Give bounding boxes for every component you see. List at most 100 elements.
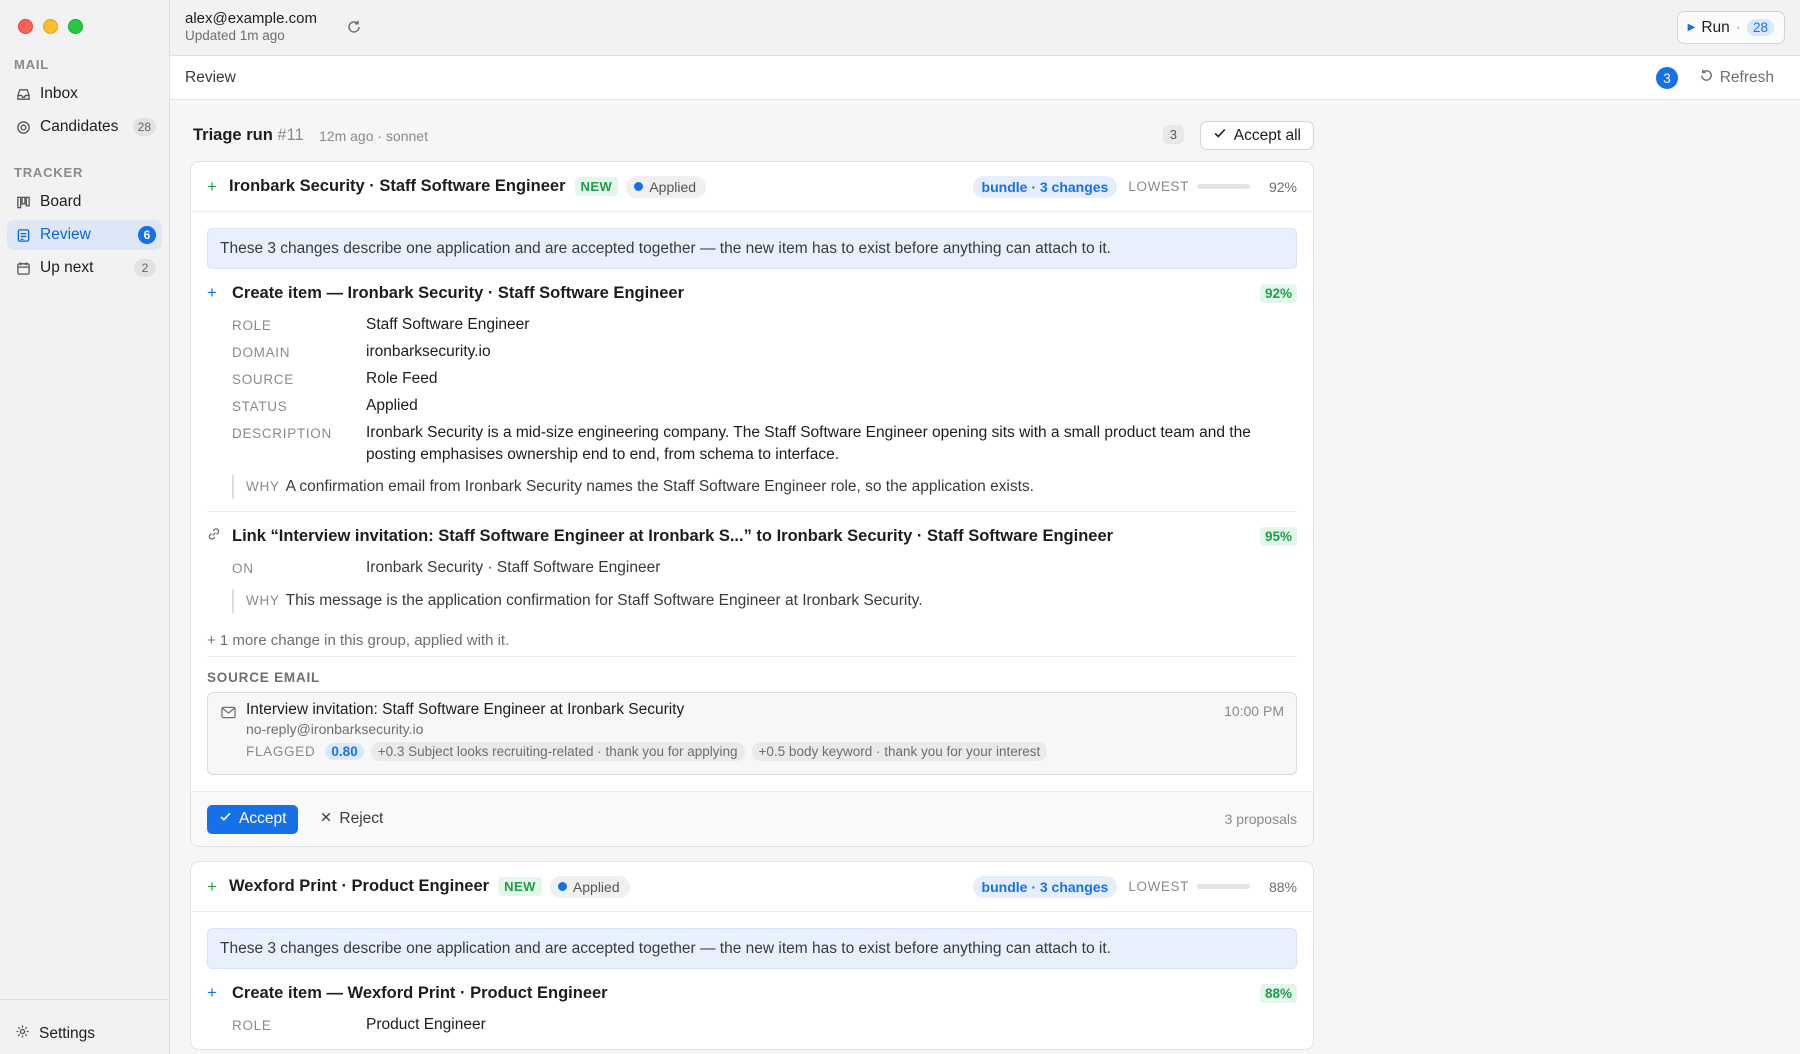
status-badge: Applied (549, 875, 630, 898)
section-label-tracker: TRACKER (14, 165, 84, 180)
source-email-card[interactable]: Interview invitation: Staff Software Eng… (207, 692, 1297, 775)
envelope-icon (221, 706, 236, 723)
plus-icon: + (207, 876, 217, 896)
change-title: Create item — Ironbark Security · Staff … (232, 283, 685, 302)
change-title: Link “Interview invitation: Staff Softwa… (232, 526, 1114, 545)
why-label: WHY (246, 479, 280, 494)
bundle-notice: These 3 changes describe one application… (207, 928, 1297, 969)
zoom-window-button[interactable] (68, 19, 83, 34)
new-badge: NEW (574, 177, 619, 196)
sidebar-item-label: Review (40, 226, 91, 243)
email-subject: Interview invitation: Staff Software Eng… (246, 701, 685, 718)
sidebar-divider (0, 999, 169, 1000)
card-header[interactable]: + Wexford Print · Product Engineer NEW A… (191, 862, 1313, 912)
checkmark-icon (1213, 126, 1227, 145)
why-text: This message is the application confirma… (285, 592, 923, 609)
window-controls (18, 19, 83, 34)
refresh-label: Refresh (1719, 69, 1774, 86)
card-body: These 3 changes describe one application… (191, 212, 1313, 775)
field-row: ON Ironbark Security · Staff Software Eng… (232, 557, 1297, 580)
field-value: Product Engineer (366, 1016, 486, 1033)
run-label: Run (1701, 18, 1730, 36)
run-number: #11 (277, 126, 304, 144)
review-header: Review 3 Refresh (170, 56, 1800, 100)
sidebar: MAIL Inbox Candidates 28 TRACKER Board R… (0, 0, 170, 1054)
change-confidence: 92% (1259, 283, 1297, 303)
reject-button[interactable]: Reject (320, 810, 383, 828)
refresh-button[interactable]: Refresh (1699, 68, 1774, 88)
close-icon (320, 810, 332, 828)
lowest-label: LOWEST (1128, 879, 1189, 894)
count-badge: 6 (138, 226, 156, 244)
close-window-button[interactable] (18, 19, 33, 34)
field-list: ON Ironbark Security · Staff Software Eng… (232, 557, 1297, 580)
app-window: MAIL Inbox Candidates 28 TRACKER Board R… (0, 0, 1800, 1054)
sidebar-item-board[interactable]: Board (7, 187, 162, 217)
confidence-percent: 88% (1268, 878, 1297, 895)
change-link-email: Link “Interview invitation: Staff Softwa… (207, 519, 1297, 625)
reject-label: Reject (339, 810, 384, 827)
settings-label: Settings (39, 1025, 96, 1042)
field-value: Applied (366, 397, 418, 414)
lowest-label: LOWEST (1128, 179, 1189, 194)
run-header: Triage run #11 12m ago · sonnet 3 Accept… (190, 100, 1314, 161)
why-text: A confirmation email from Ironbark Secur… (285, 478, 1034, 495)
email-sender: no-reply@ironbarksecurity.io (246, 721, 424, 737)
run-meta: 12m ago · sonnet (319, 128, 428, 144)
flag-score: 0.80 (325, 743, 364, 760)
run-button[interactable]: ▶ Run · 28 (1676, 11, 1785, 44)
accept-all-label: Accept all (1233, 126, 1301, 144)
status-dot-icon (634, 182, 644, 191)
section-label-mail: MAIL (14, 57, 49, 72)
source-email-label: SOURCE EMAIL (207, 670, 321, 685)
field-key: ON (232, 561, 254, 576)
main-area: alex@example.com Updated 1m ago ▶ Run · … (170, 0, 1800, 1054)
gear-icon (15, 1024, 30, 1044)
field-list: ROLE Staff Software Engineer DOMAIN ironba… (232, 314, 1297, 466)
card-actions: Accept Reject 3 proposals (191, 791, 1313, 846)
flag-reasons: FLAGGED 0.80 +0.3 Subject looks recruiti… (246, 742, 1296, 761)
pending-count-badge: 3 (1656, 67, 1678, 89)
sidebar-item-label: Board (40, 193, 82, 210)
why-note: WHY A confirmation email from Ironbark Se… (232, 475, 1297, 499)
field-row: ROLE Product Engineer (232, 1014, 1297, 1037)
confidence-bar (1196, 184, 1250, 189)
divider (207, 511, 1297, 512)
card-title: Ironbark Security · Staff Software Engin… (229, 177, 566, 195)
flagged-label: FLAGGED (246, 744, 316, 759)
plus-icon: + (207, 283, 217, 302)
why-note: WHY This message is the application confi… (232, 589, 1297, 613)
sidebar-item-inbox[interactable]: Inbox (7, 79, 162, 109)
field-row: DESCRIPTION Ironbark Security is a mid-si… (232, 422, 1297, 466)
account-info: alex@example.com Updated 1m ago (185, 10, 317, 43)
card-header[interactable]: + Ironbark Security · Staff Software Eng… (191, 162, 1313, 212)
accept-button[interactable]: Accept (207, 804, 299, 834)
sidebar-item-review[interactable]: Review 6 (7, 220, 162, 250)
card-title: Wexford Print · Product Engineer (229, 877, 490, 895)
change-create-item: + Create item — Wexford Print · Product … (207, 976, 1297, 1049)
field-key: ROLE (232, 318, 272, 333)
bundle-badge: bundle · 3 changes (972, 875, 1118, 898)
more-changes-note: + 1 more change in this group, applied w… (207, 625, 1297, 657)
checkmark-icon (219, 810, 232, 828)
review-content[interactable]: Triage run #11 12m ago · sonnet 3 Accept… (170, 100, 1800, 1054)
link-icon (207, 526, 232, 546)
sidebar-item-up-next[interactable]: Up next 2 (7, 253, 162, 283)
status-badge: Applied (626, 175, 707, 198)
accept-all-button[interactable]: Accept all (1199, 121, 1314, 150)
flag-reason-chip: +0.3 Subject looks recruiting-related · … (370, 742, 745, 761)
run-title: Triage run #11 (193, 126, 304, 145)
settings-button[interactable]: Settings (15, 1024, 95, 1044)
field-key: SOURCE (232, 372, 294, 387)
change-header: + Create item — Ironbark Security · Staf… (207, 276, 1297, 310)
card-body: These 3 changes describe one application… (191, 912, 1313, 1049)
sidebar-item-candidates[interactable]: Candidates 28 (7, 112, 162, 142)
change-create-item: + Create item — Ironbark Security · Staf… (207, 276, 1297, 511)
status-dot-icon (557, 882, 567, 891)
status-label: Applied (649, 178, 697, 195)
change-header: Link “Interview invitation: Staff Softwa… (207, 519, 1297, 553)
reload-icon[interactable] (346, 19, 362, 39)
count-badge: 2 (134, 259, 156, 277)
minimize-window-button[interactable] (43, 19, 58, 34)
flag-reason-chip: +0.5 body keyword · thank you for your i… (751, 742, 1048, 761)
